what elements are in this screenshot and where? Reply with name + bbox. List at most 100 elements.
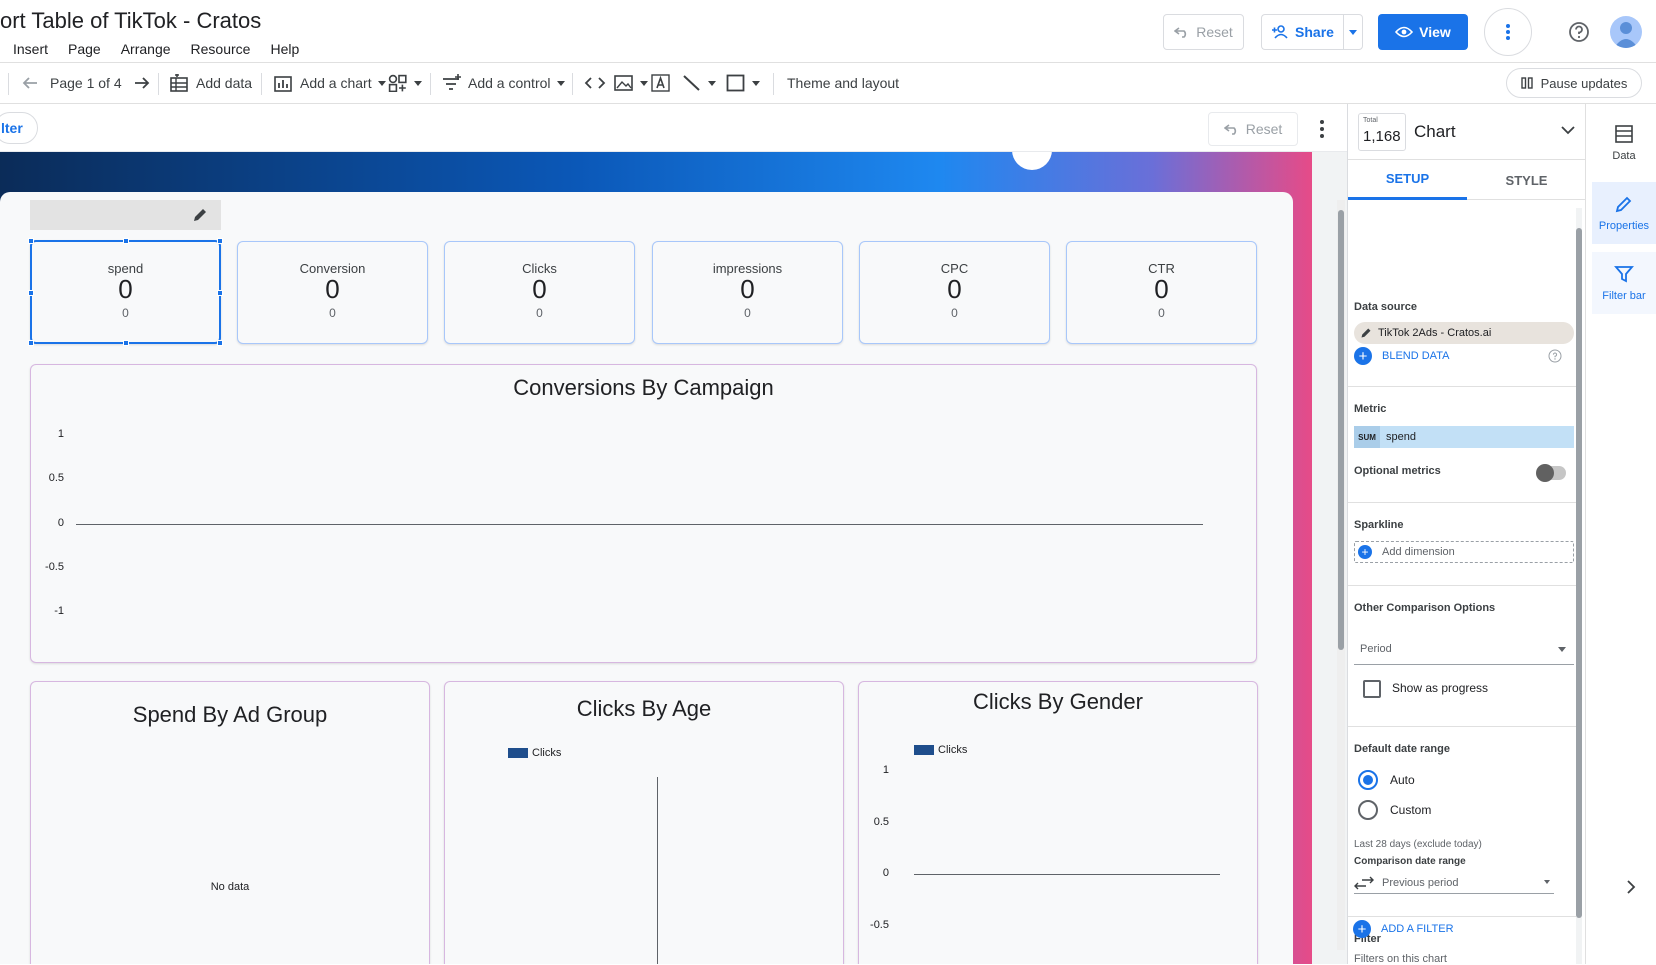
kpi-card-conversion[interactable]: Conversion 0 0 (237, 241, 428, 344)
avatar[interactable] (1610, 16, 1642, 48)
top-bar: ort Table of TikTok - Cratos Insert Page… (0, 0, 1656, 62)
rail-properties-label: Properties (1598, 220, 1650, 232)
theme-layout-button[interactable]: Theme and layout (787, 63, 899, 103)
metric-aggregation[interactable]: SUM (1354, 426, 1380, 448)
community-viz-button[interactable] (388, 63, 422, 103)
blend-data-button[interactable]: + BLEND DATA (1354, 347, 1449, 365)
kpi-card-spend[interactable]: spend 0 0 (28, 238, 223, 346)
add-data-button[interactable]: Add data (170, 63, 252, 103)
view-button[interactable]: View (1378, 14, 1468, 50)
kpi-card-ctr[interactable]: CTR 0 0 (1066, 241, 1257, 344)
embed-url-button[interactable] (584, 63, 606, 103)
line-button[interactable] (682, 63, 716, 103)
metric-name: spend (1386, 431, 1416, 443)
y-tick-label: -0.5 (870, 919, 889, 931)
rail-filter-bar-label: Filter bar (1602, 290, 1646, 302)
scrollbar-thumb[interactable] (1576, 228, 1582, 918)
pause-updates-button[interactable]: Pause updates (1506, 68, 1642, 98)
chart-clicks-by-gender[interactable]: Clicks By Gender Clicks 1 0.5 0 -0.5 (858, 681, 1258, 964)
resize-handle[interactable] (217, 340, 223, 346)
plus-circle-icon: + (1354, 347, 1372, 365)
plus-circle-icon: + (1353, 920, 1371, 938)
legend-label: Clicks (938, 744, 968, 756)
arrow-forward-icon[interactable] (134, 76, 150, 90)
menu-resource[interactable]: Resource (191, 41, 251, 57)
theme-layout-label: Theme and layout (787, 75, 900, 91)
kpi-card-clicks[interactable]: Clicks 0 0 (444, 241, 635, 344)
text-box-button[interactable] (651, 63, 671, 103)
menu-page[interactable]: Page (68, 41, 101, 57)
canvas-scrollbar[interactable] (1337, 200, 1345, 950)
page-indicator[interactable]: Page 1 of 4 (50, 75, 122, 91)
menu-help[interactable]: Help (270, 41, 299, 57)
kpi-comparison: 0 (122, 306, 129, 320)
properties-panel: Total 1,168 Chart SETUP STYLE Data sourc… (1347, 104, 1586, 965)
reset-button[interactable]: Reset (1163, 14, 1244, 50)
data-source-chip[interactable]: TikTok 2Ads - Cratos.ai (1354, 322, 1574, 344)
optional-metrics-toggle[interactable] (1536, 464, 1566, 482)
add-dimension-button[interactable]: + Add dimension (1354, 541, 1574, 563)
image-button[interactable] (614, 63, 648, 103)
resize-handle[interactable] (217, 238, 223, 244)
legend-swatch (508, 748, 528, 758)
comparison-range-select[interactable]: Previous period (1354, 872, 1554, 894)
rail-data[interactable]: Data (1592, 112, 1656, 174)
menu-insert[interactable]: Insert (13, 41, 48, 57)
filter-chip[interactable]: lter (0, 112, 38, 144)
shape-button[interactable] (726, 63, 760, 103)
share-dropdown-button[interactable] (1343, 14, 1363, 50)
edit-pencil-icon[interactable] (192, 207, 208, 223)
radio-custom[interactable] (1358, 800, 1378, 820)
chart-type-thumbnail[interactable]: Total 1,168 (1358, 113, 1406, 151)
resize-handle[interactable] (123, 340, 129, 346)
period-placeholder: Period (1360, 642, 1392, 655)
add-data-icon (170, 74, 190, 92)
chart-conversions-by-campaign[interactable]: Conversions By Campaign 1 0.5 0 -0.5 -1 (30, 364, 1257, 663)
add-chart-button[interactable]: Add a chart (274, 63, 386, 103)
period-select[interactable]: Period (1354, 633, 1574, 665)
kpi-comparison: 0 (951, 306, 958, 320)
reset-label: Reset (1196, 24, 1233, 40)
help-icon[interactable] (1565, 18, 1593, 46)
resize-handle[interactable] (28, 290, 34, 296)
more-vert-icon[interactable] (1312, 114, 1332, 144)
chart-clicks-by-age[interactable]: Clicks By Age Clicks (444, 681, 844, 964)
y-tick-label: -0.5 (45, 561, 64, 573)
section-divider (1348, 386, 1578, 387)
side-rail: Data Properties Filter bar (1585, 104, 1656, 964)
kpi-value: 0 (1154, 274, 1169, 304)
chevron-down-icon[interactable] (1561, 126, 1575, 135)
caret-down-icon (752, 80, 760, 86)
arrow-back-icon[interactable] (22, 76, 38, 90)
add-filter-button[interactable]: + ADD A FILTER (1353, 920, 1454, 938)
scrollbar-thumb[interactable] (1338, 210, 1344, 650)
metric-chip[interactable]: SUM spend (1354, 426, 1574, 448)
total-value: 1,168 (1363, 128, 1401, 145)
kpi-card-impressions[interactable]: impressions 0 0 (652, 241, 843, 344)
resize-handle[interactable] (28, 340, 34, 346)
add-filter-label: ADD A FILTER (1381, 923, 1454, 935)
resize-handle[interactable] (217, 290, 223, 296)
metric-label: Metric (1354, 403, 1387, 415)
more-options-button[interactable] (1484, 8, 1532, 56)
rail-filter-bar[interactable]: Filter bar (1592, 252, 1656, 314)
tab-style[interactable]: STYLE (1467, 160, 1586, 200)
edit-pencil-icon[interactable] (1360, 327, 1372, 339)
chart-spend-by-ad-group[interactable]: Spend By Ad Group No data (30, 681, 430, 964)
canvas-reset-button[interactable]: Reset (1208, 112, 1298, 146)
resize-handle[interactable] (28, 238, 34, 244)
panel-tabs: SETUP STYLE (1348, 160, 1586, 200)
chevron-right-icon[interactable] (1626, 880, 1636, 894)
help-icon[interactable] (1548, 349, 1562, 363)
show-progress-checkbox[interactable] (1363, 680, 1381, 698)
share-button[interactable]: Share (1261, 14, 1343, 50)
tab-setup[interactable]: SETUP (1348, 160, 1467, 200)
panel-scrollbar[interactable] (1576, 208, 1582, 964)
radio-auto[interactable] (1358, 770, 1378, 790)
resize-handle[interactable] (123, 238, 129, 244)
kpi-card-cpc[interactable]: CPC 0 0 (859, 241, 1050, 344)
add-control-button[interactable]: Add a control (442, 63, 565, 103)
menu-arrange[interactable]: Arrange (121, 41, 171, 57)
report-title[interactable]: ort Table of TikTok - Cratos (0, 8, 261, 34)
rail-properties[interactable]: Properties (1592, 182, 1656, 244)
